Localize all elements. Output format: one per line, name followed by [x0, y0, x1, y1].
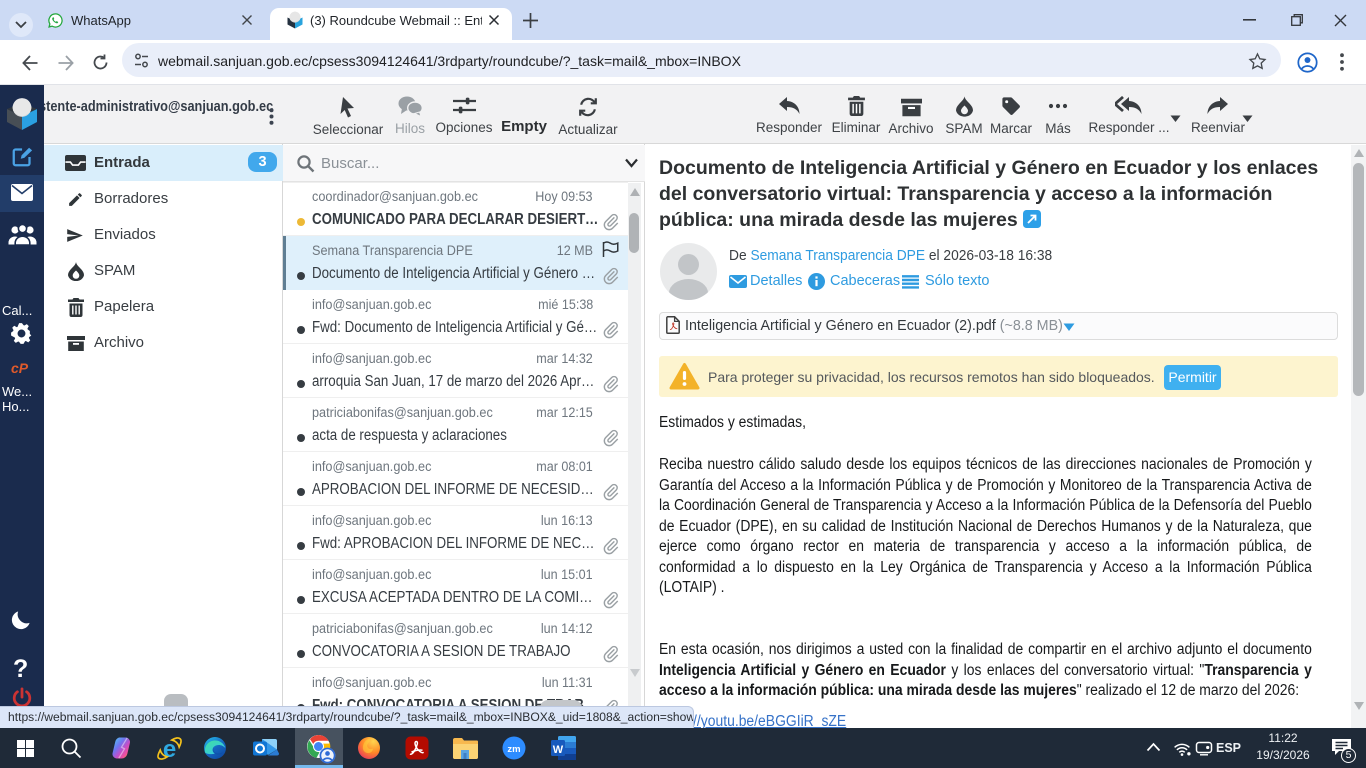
svg-text:e: e — [163, 736, 176, 761]
svg-text:zm: zm — [507, 744, 520, 755]
svg-text:W: W — [553, 744, 564, 756]
